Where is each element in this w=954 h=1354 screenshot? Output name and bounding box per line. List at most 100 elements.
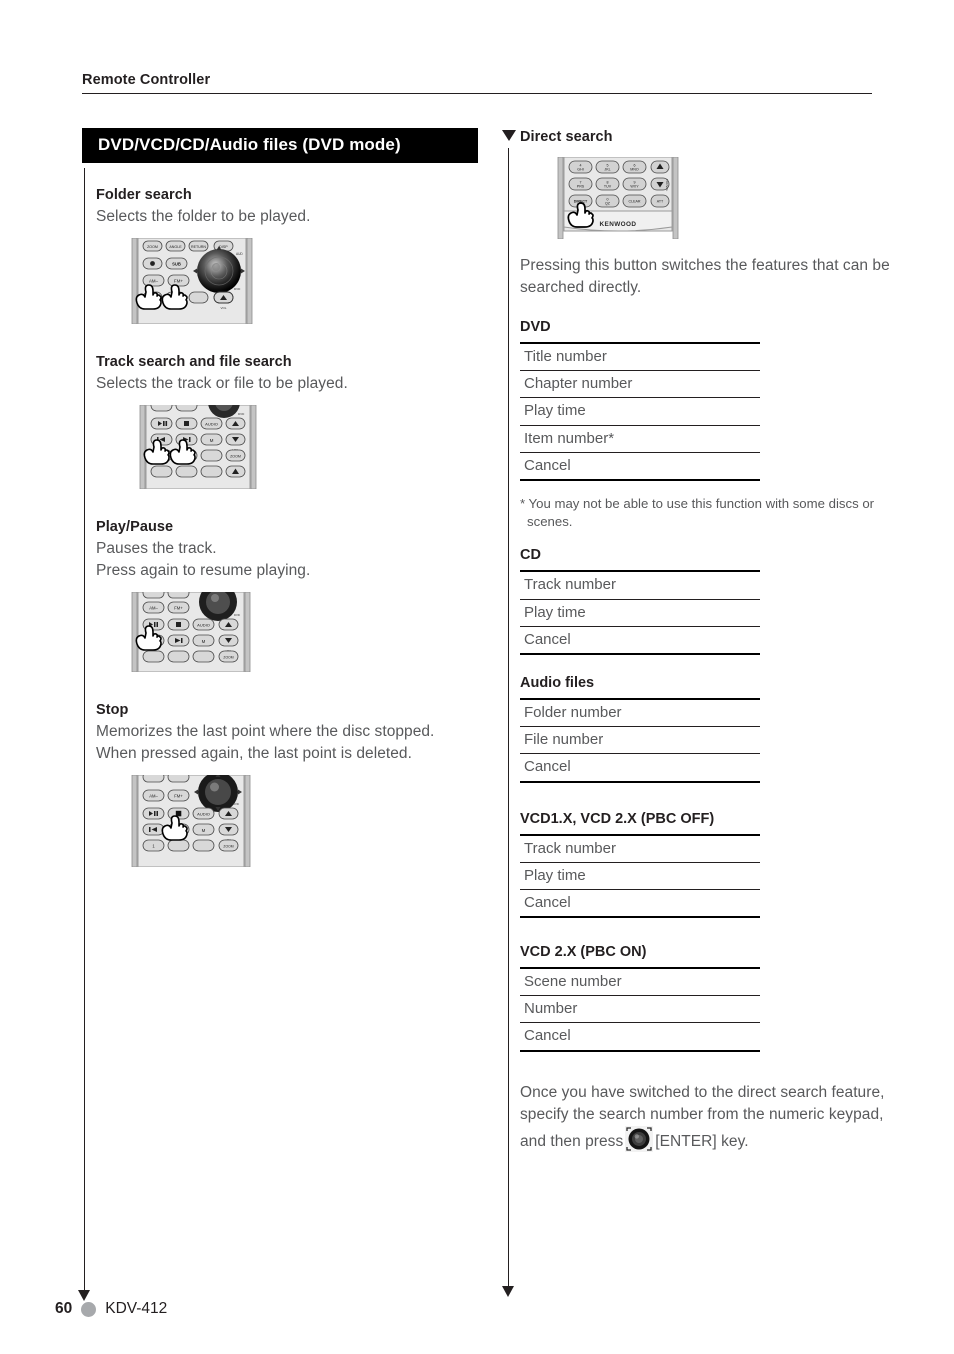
- table-row: Cancel: [520, 626, 760, 655]
- running-header-title: Remote Controller: [82, 72, 211, 88]
- page-header: Remote Controller: [82, 72, 872, 94]
- svg-text:ZOOM: ZOOM: [147, 245, 158, 249]
- right-column-rule: [508, 148, 510, 1288]
- svg-text:JKL: JKL: [604, 168, 610, 172]
- table-cell: Cancel: [520, 889, 760, 919]
- svg-text:DVD: DVD: [233, 802, 239, 806]
- table-cell: File number: [520, 726, 760, 755]
- svg-text:ZOOM: ZOOM: [223, 656, 233, 660]
- left-column-rule: [84, 168, 86, 1292]
- table-caption-vcd2x-pbc-on: VCD 2.X (PBC ON): [520, 944, 647, 961]
- table-row: Chapter number: [520, 370, 760, 399]
- svg-text:ZOOM: ZOOM: [230, 455, 241, 459]
- enter-key-icon: [625, 1125, 654, 1159]
- text-stop-line2: When pressed again, the last point is de…: [96, 745, 412, 762]
- table-caption-cd: CD: [520, 547, 541, 564]
- page-number: 60: [55, 1300, 73, 1317]
- svg-text:M: M: [202, 639, 206, 644]
- table-vcd1x: Track number Play time Cancel: [520, 833, 760, 919]
- svg-text:AUD: AUD: [236, 252, 243, 256]
- figure-remote-folder-search: ZOOM ANGLE RETURN DISP SUB AM– FM+ AUD D…: [130, 238, 492, 324]
- table-cell: Track number: [520, 833, 760, 863]
- figure-remote-track-search: DVD AUDIO M ZOOM: [138, 405, 492, 489]
- table-cell: Chapter number: [520, 370, 760, 399]
- svg-text:ATT: ATT: [657, 200, 664, 204]
- table-cd: Track number Play time Cancel: [520, 570, 760, 655]
- svg-text:DVD: DVD: [234, 287, 241, 291]
- table-row: Cancel: [520, 753, 760, 783]
- svg-text:ZOOM: ZOOM: [223, 845, 233, 849]
- figure-remote-direct-search: 4 GHI 5 JKL 6 MNO 7 PRS 8 TUV 9 WXY FNC/VOL: [556, 157, 920, 239]
- table-cell: Number: [520, 995, 760, 1024]
- table-cell: Cancel: [520, 626, 760, 655]
- text-direct-search-intro: Pressing this button switches the featur…: [520, 257, 890, 296]
- svg-text:AUDIO: AUDIO: [205, 422, 218, 427]
- table-caption-audio-files: Audio files: [520, 674, 595, 691]
- svg-text:DVD: DVD: [238, 412, 245, 416]
- remote-track-search-illustration: DVD AUDIO M ZOOM: [139, 405, 257, 489]
- svg-text:FNC/VOL: FNC/VOL: [665, 179, 669, 192]
- table-cell: Cancel: [520, 452, 760, 481]
- table-row: Cancel: [520, 889, 760, 919]
- text-track-search: Selects the track or file to be played.: [96, 375, 348, 392]
- model-name: KDV-412: [105, 1300, 168, 1317]
- table-row: Folder number: [520, 697, 760, 728]
- svg-text:ANGLE: ANGLE: [169, 245, 182, 249]
- remote-play-pause-illustration: AM– FM+ DVD AUDIO M ZOOM: [131, 592, 251, 672]
- heading-folder-search: Folder search: [96, 187, 192, 203]
- table-row: Scene number: [520, 967, 760, 997]
- svg-text:AM–: AM–: [149, 606, 158, 611]
- remote-folder-search-illustration: ZOOM ANGLE RETURN DISP SUB AM– FM+ AUD D…: [131, 238, 253, 324]
- outro-text-after: [ENTER] key.: [655, 1132, 749, 1150]
- text-folder-search: Selects the folder to be played.: [96, 208, 311, 225]
- right-column-arrow-icon: [502, 1286, 514, 1297]
- table-dvd: Title number Chapter number Play time It…: [520, 342, 760, 481]
- table-row: Title number: [520, 342, 760, 372]
- svg-text:MNO: MNO: [630, 168, 639, 172]
- table-cell: Cancel: [520, 1022, 760, 1052]
- svg-text:DISP: DISP: [219, 245, 228, 249]
- table-row: Item number*: [520, 425, 760, 453]
- text-play-pause-line1: Pauses the track.: [96, 540, 217, 557]
- table-cell: Title number: [520, 342, 760, 372]
- table-row: Track number: [520, 833, 760, 863]
- text-stop-line1: Memorizes the last point where the disc …: [96, 723, 435, 740]
- table-row: Cancel: [520, 452, 760, 481]
- section-bar-dvd-modes: DVD/VCD/CD/Audio files (DVD mode): [82, 128, 478, 163]
- heading-play-pause: Play/Pause: [96, 519, 174, 535]
- svg-text:AUDIO: AUDIO: [197, 623, 210, 628]
- remote-direct-search-illustration: 4GHI 5JKL 6MNO 7PRS 8TUV 9WXY FNC/VOL DI…: [557, 157, 679, 239]
- svg-text:AM–: AM–: [149, 794, 158, 799]
- svg-text:CLEAR: CLEAR: [629, 200, 641, 204]
- svg-text:FM+: FM+: [174, 794, 183, 799]
- footnote-item-number: * You may not be able to use this functi…: [520, 495, 875, 530]
- table-cell: Item number*: [520, 425, 760, 453]
- table-cell: Play time: [520, 862, 760, 890]
- table-row: Play time: [520, 599, 760, 627]
- svg-text:PRS: PRS: [577, 185, 585, 189]
- table-caption-dvd: DVD: [520, 319, 551, 335]
- svg-text:SUB: SUB: [172, 261, 181, 266]
- table-caption-vcd1x: VCD1.X, VCD 2.X (PBC OFF): [520, 810, 715, 827]
- table-row: Cancel: [520, 1022, 760, 1052]
- table-row: Play time: [520, 397, 760, 426]
- svg-text:TUV: TUV: [604, 185, 612, 189]
- right-column: Direct search 4 GHI 5 JKL 6 MNO 7 PRS 8 …: [520, 128, 920, 1159]
- table-cell: Play time: [520, 397, 760, 426]
- figure-remote-play-pause: AM– FM+ DVD AUDIO M ZOOM: [130, 592, 492, 672]
- table-cell: Play time: [520, 599, 760, 627]
- text-direct-search-outro: Once you have switched to the direct sea…: [520, 1082, 892, 1159]
- remote-stop-illustration: AM– FM+ DVD AUDIO M 1 ZOOM: [131, 775, 251, 867]
- right-column-top-marker-icon: [501, 130, 516, 141]
- svg-text:FM+: FM+: [174, 606, 183, 611]
- svg-text:M: M: [202, 828, 206, 833]
- table-row: Play time: [520, 862, 760, 890]
- svg-text:DVD: DVD: [234, 613, 240, 617]
- svg-text:AUDIO: AUDIO: [197, 812, 210, 817]
- svg-text:KENWOOD: KENWOOD: [600, 221, 637, 228]
- header-rule: [82, 93, 872, 94]
- svg-text:M: M: [210, 438, 214, 443]
- svg-text:FM+: FM+: [174, 279, 183, 284]
- svg-text:AM–: AM–: [149, 279, 159, 284]
- left-column: DVD/VCD/CD/Audio files (DVD mode) Folder…: [82, 128, 492, 867]
